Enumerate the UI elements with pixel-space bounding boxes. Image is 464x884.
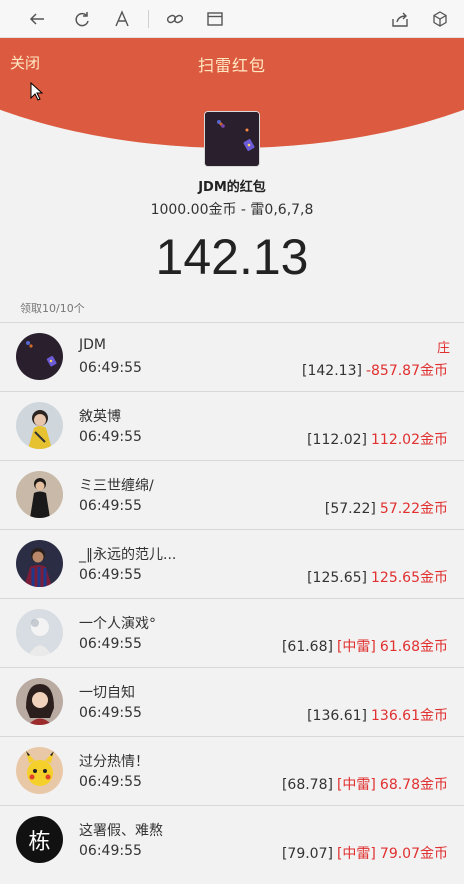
list-item[interactable]: _‖永远的范儿... 06:49:55 [125.65] 125.65金币 [0, 529, 464, 598]
result-amount: 112.02金币 [371, 432, 448, 448]
amount-line: [136.61] 136.61金币 [307, 705, 448, 725]
refresh-icon[interactable] [71, 8, 93, 30]
avatar: 栋 [16, 816, 63, 863]
back-icon[interactable] [26, 8, 48, 30]
recipient-name: 一切自知 [79, 685, 135, 701]
avatar [16, 609, 63, 656]
amount-line: [79.07] [中雷] 79.07金币 [282, 843, 448, 863]
amount-line: [125.65] 125.65金币 [307, 567, 448, 587]
grab-time: 06:49:55 [79, 567, 142, 583]
sender-avatar[interactable] [204, 111, 260, 167]
grab-time: 06:49:55 [79, 498, 142, 514]
recipient-name: 过分热情！ [79, 754, 149, 770]
avatar-glyph: 栋 [28, 829, 51, 855]
received-count: 领取10/10个 [20, 302, 85, 315]
mine-hit-tag: [中雷] [336, 639, 376, 655]
mouse-cursor-icon [30, 82, 44, 101]
avatar [16, 678, 63, 725]
recipient-name: 一个人演戏° [79, 616, 156, 632]
avatar [16, 471, 63, 518]
toolbar-separator [148, 10, 149, 28]
result-amount: 125.65金币 [371, 570, 448, 586]
avatar [16, 747, 63, 794]
page-title: 扫雷红包 [197, 56, 266, 75]
list-item[interactable]: 敘英博 06:49:55 [112.02] 112.02金币 [0, 391, 464, 460]
result-amount: 57.22金币 [379, 501, 448, 517]
result-amount: 136.61金币 [371, 708, 448, 724]
amount-line: [57.22] 57.22金币 [325, 498, 448, 518]
grab-amount: [136.61] [307, 708, 367, 724]
grab-amount: [68.78] [281, 777, 333, 793]
amount-line: [68.78] [中雷] 68.78金币 [282, 774, 448, 794]
recipient-name: ミ三世缠绵/ [79, 478, 154, 494]
recipient-list: JDM 06:49:55 庄 [142.13] -857.87金币 敘英博 06:… [0, 322, 464, 874]
mine-hit-tag: [中雷] [336, 846, 376, 862]
amount-line: [142.13] -857.87金币 [302, 360, 448, 380]
recipient-name: 这署假、难熬 [79, 823, 163, 839]
banker-badge: 庄 [436, 341, 450, 356]
grab-time: 06:49:55 [79, 429, 142, 445]
recipient-name: JDM [79, 337, 106, 353]
result-amount: -857.87金币 [365, 363, 448, 379]
avatar [16, 402, 63, 449]
grab-amount: [57.22] [324, 501, 376, 517]
grab-amount: [61.68] [281, 639, 333, 655]
grab-time: 06:49:55 [79, 843, 142, 859]
grab-time: 06:49:55 [79, 705, 142, 721]
amount-line: [61.68] [中雷] 61.68金币 [282, 636, 448, 656]
packet-info: 1000.00金币 - 雷0,6,7,8 [150, 202, 314, 218]
avatar [16, 333, 63, 380]
grab-time: 06:49:55 [79, 636, 142, 652]
grab-time: 06:49:55 [79, 774, 142, 790]
result-amount: 68.78金币 [379, 777, 448, 793]
grabbed-amount: 142.13 [155, 229, 309, 285]
list-item[interactable]: ミ三世缠绵/ 06:49:55 [57.22] 57.22金币 [0, 460, 464, 529]
cube-icon[interactable] [429, 8, 451, 30]
link-icon[interactable] [164, 8, 186, 30]
list-item[interactable]: 一个人演戏° 06:49:55 [61.68] [中雷] 61.68金币 [0, 598, 464, 667]
window-icon[interactable] [204, 8, 226, 30]
avatar [16, 540, 63, 587]
browser-toolbar [0, 0, 464, 38]
share-icon[interactable] [389, 8, 411, 30]
recipient-name: 敘英博 [79, 409, 121, 425]
grab-amount: [112.02] [307, 432, 367, 448]
recipient-name: _‖永远的范儿... [79, 547, 177, 563]
result-amount: 79.07金币 [379, 846, 448, 862]
result-amount: 61.68金币 [379, 639, 448, 655]
mine-hit-tag: [中雷] [336, 777, 376, 793]
grab-amount: [125.65] [307, 570, 367, 586]
amount-line: [112.02] 112.02金币 [307, 429, 448, 449]
font-icon[interactable] [111, 8, 133, 30]
list-item[interactable]: 过分热情！ 06:49:55 [68.78] [中雷] 68.78金币 [0, 736, 464, 805]
grab-amount: [142.13] [302, 363, 362, 379]
list-item[interactable]: 一切自知 06:49:55 [136.61] 136.61金币 [0, 667, 464, 736]
list-item[interactable]: JDM 06:49:55 庄 [142.13] -857.87金币 [0, 322, 464, 391]
list-item[interactable]: 栋 这署假、难熬 06:49:55 [79.07] [中雷] 79.07金币 [0, 805, 464, 874]
grab-time: 06:49:55 [79, 360, 142, 376]
grab-amount: [79.07] [281, 846, 333, 862]
sender-name: JDM的红包 [198, 180, 266, 195]
